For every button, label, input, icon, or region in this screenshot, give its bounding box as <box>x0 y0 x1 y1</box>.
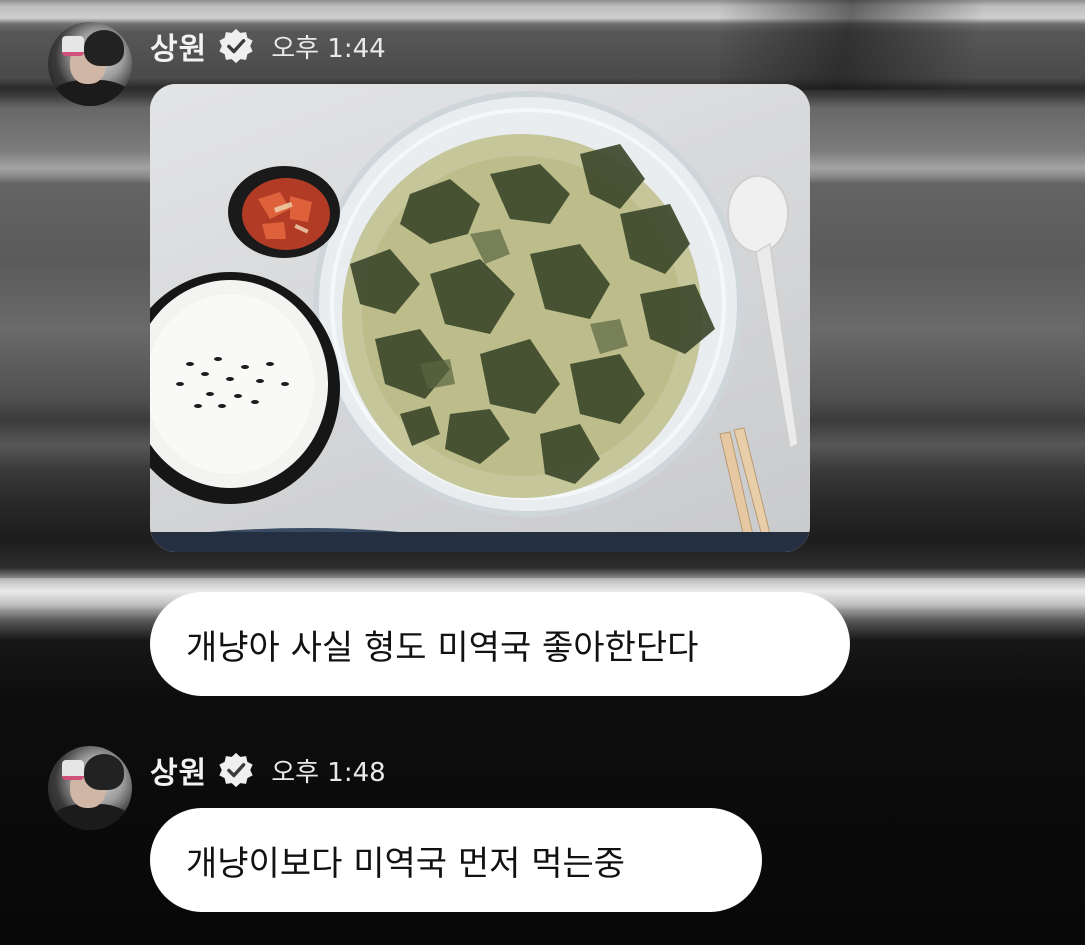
sender-name[interactable]: 상원 <box>150 748 207 792</box>
avatar[interactable] <box>48 746 132 830</box>
message-text: 개냥아 사실 형도 미역국 좋아한단다 <box>186 627 699 668</box>
sender-name[interactable]: 상원 <box>150 24 207 68</box>
verified-badge-icon <box>219 752 253 788</box>
message-meta: 상원 오후 1:48 <box>150 748 386 792</box>
message-timestamp: 오후 1:44 <box>271 33 386 64</box>
message-bubble[interactable]: 개냥아 사실 형도 미역국 좋아한단다 <box>150 592 850 696</box>
photo-attachment[interactable] <box>150 84 810 552</box>
message-meta: 상원 오후 1:44 <box>150 24 386 68</box>
message-bubble[interactable]: 개냥이보다 미역국 먼저 먹는중 <box>150 808 762 912</box>
message-timestamp: 오후 1:48 <box>271 757 386 788</box>
background-blur-streak <box>720 0 1085 90</box>
message-text: 개냥이보다 미역국 먼저 먹는중 <box>186 843 626 884</box>
chopsticks <box>719 427 771 547</box>
verified-badge-icon <box>219 28 253 64</box>
avatar[interactable] <box>48 22 132 106</box>
food-photo-image <box>150 91 810 552</box>
